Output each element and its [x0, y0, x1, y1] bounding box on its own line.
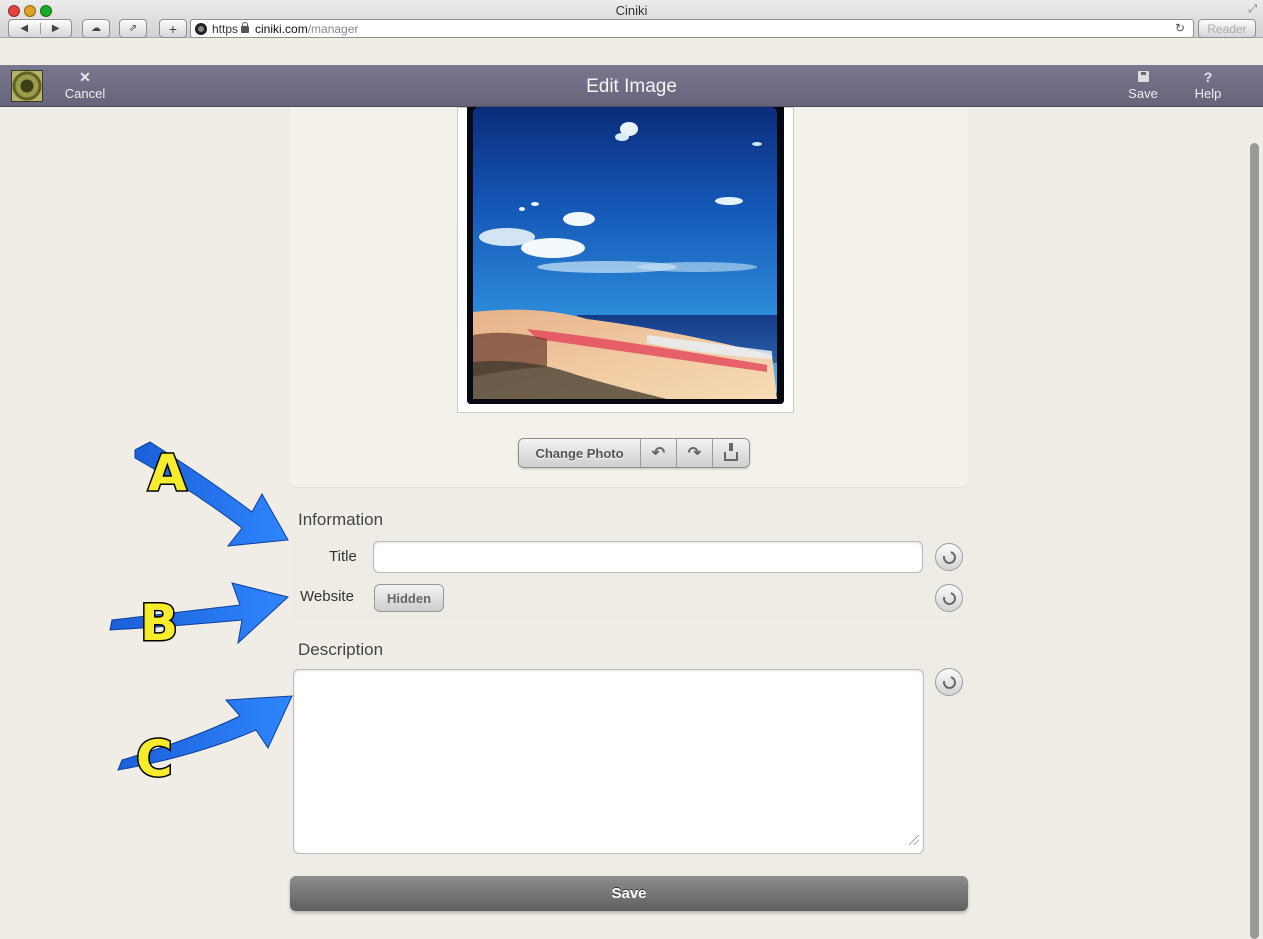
- website-visibility-toggle[interactable]: Hidden: [374, 584, 444, 612]
- window-title: Ciniki: [615, 3, 648, 18]
- vertical-scrollbar[interactable]: [1250, 143, 1259, 939]
- address-bar[interactable]: https ciniki.com /manager ↻: [190, 19, 1194, 38]
- photo-toolbar: Change Photo ↶ ↷: [518, 438, 750, 468]
- download-icon: [724, 442, 738, 461]
- share-button[interactable]: ⇗: [119, 19, 147, 38]
- header-save-label: Save: [1128, 86, 1158, 101]
- app-header: ✕ Cancel Edit Image Save ? Help: [0, 65, 1263, 107]
- rotate-left-icon: ↶: [651, 445, 666, 462]
- website-label: Website: [300, 588, 354, 605]
- share-icon: ⇗: [128, 23, 138, 34]
- download-button[interactable]: [713, 439, 749, 467]
- site-globe-icon: [195, 22, 207, 35]
- url-domain: ciniki.com: [255, 21, 308, 36]
- title-label: Title: [329, 548, 357, 565]
- arrow-c: C: [117, 695, 293, 790]
- help-button[interactable]: ? Help: [1186, 70, 1230, 100]
- back-forward-buttons[interactable]: ◀ ▶: [8, 19, 72, 38]
- icloud-tabs-button[interactable]: ☁: [82, 19, 110, 38]
- save-button[interactable]: Save: [290, 876, 968, 911]
- reset-icon: [940, 673, 958, 691]
- page-title: Edit Image: [586, 76, 677, 97]
- back-icon[interactable]: ◀: [9, 23, 41, 34]
- image-preview: [467, 107, 784, 404]
- rotate-right-button[interactable]: ↷: [677, 439, 713, 467]
- arrow-b: B: [109, 582, 290, 654]
- description-textarea[interactable]: [293, 669, 924, 854]
- plus-icon: +: [168, 20, 178, 37]
- url-path: /manager: [307, 21, 359, 36]
- reset-icon: [940, 589, 958, 607]
- information-heading: Information: [298, 510, 384, 529]
- add-bookmark-button[interactable]: +: [159, 19, 187, 38]
- description-heading: Description: [298, 640, 384, 659]
- help-label: Help: [1194, 86, 1222, 101]
- reload-icon[interactable]: ↻: [1175, 21, 1185, 35]
- title-reset-button[interactable]: [935, 543, 963, 571]
- title-input[interactable]: [373, 541, 923, 573]
- change-photo-button[interactable]: Change Photo: [519, 439, 641, 467]
- floppy-disk-icon: [1137, 71, 1149, 82]
- rotate-left-button[interactable]: ↶: [641, 439, 677, 467]
- annotation-letter-c: C: [136, 730, 173, 788]
- lock-icon: [241, 22, 250, 33]
- url-scheme: https: [212, 21, 239, 36]
- reader-button[interactable]: Reader: [1198, 19, 1256, 38]
- reset-icon: [940, 548, 958, 566]
- forward-icon[interactable]: ▶: [41, 23, 72, 34]
- browser-titlebar: Ciniki ⤢ ◀ ▶ ☁ ⇗ + https ciniki.com /man…: [0, 0, 1263, 38]
- arrow-a: A: [134, 441, 289, 547]
- resize-grip-icon[interactable]: [909, 835, 919, 845]
- cloud-icon: ☁: [91, 23, 101, 34]
- fullscreen-icon[interactable]: ⤢: [1248, 3, 1257, 16]
- description-reset-button[interactable]: [935, 668, 963, 696]
- annotation-letter-b: B: [140, 594, 178, 652]
- question-icon: ?: [1203, 69, 1213, 85]
- rotate-right-icon: ↷: [687, 445, 702, 462]
- website-reset-button[interactable]: [935, 584, 963, 612]
- header-save-button[interactable]: Save: [1121, 70, 1165, 100]
- annotation-letter-a: A: [148, 444, 187, 502]
